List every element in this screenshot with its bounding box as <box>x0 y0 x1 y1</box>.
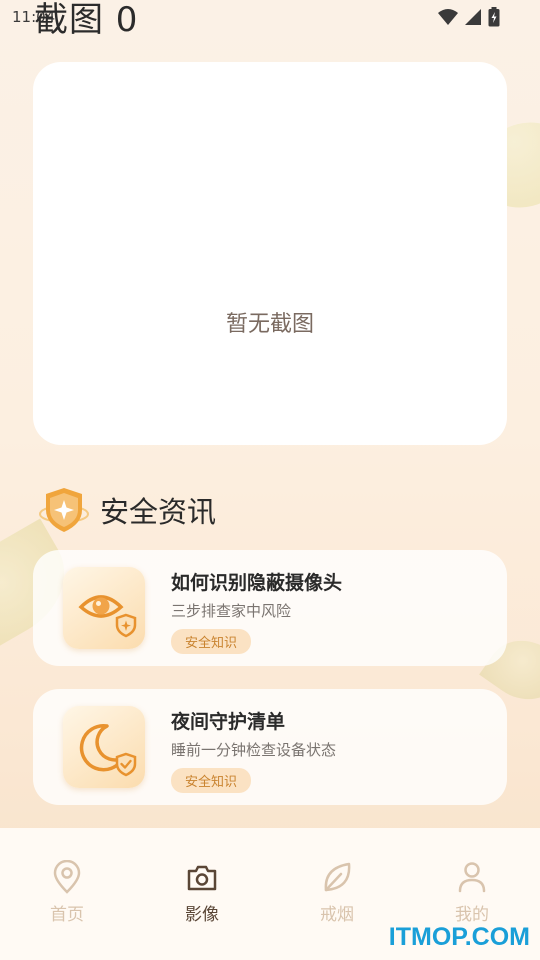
news-title: 如何识别隐蔽摄像头 <box>171 572 343 594</box>
person-icon <box>458 862 486 893</box>
watermark-text: ITMOP.COM <box>388 923 530 951</box>
eye-shield-icon <box>78 595 137 638</box>
page-title: 截图 0 <box>34 0 139 40</box>
tab-label: 首页 <box>50 905 84 925</box>
news-card[interactable]: 夜间守护清单 睡前一分钟检查设备状态 安全知识 <box>33 689 507 805</box>
status-icons <box>438 7 500 27</box>
location-pin-icon <box>53 860 81 894</box>
news-thumbnail <box>63 706 145 788</box>
section-header: 安全资讯 <box>38 484 216 536</box>
news-tag: 安全知识 <box>171 629 252 654</box>
section-title: 安全资讯 <box>100 495 217 529</box>
empty-state-text: 暂无截图 <box>225 312 314 337</box>
tab-home[interactable]: 首页 <box>27 860 107 925</box>
wifi-icon <box>438 9 458 25</box>
tab-mine[interactable]: 我的 <box>432 860 512 925</box>
tab-label: 影像 <box>185 905 219 925</box>
moon-shield-icon <box>79 723 137 777</box>
news-thumbnail <box>63 567 145 649</box>
camera-icon <box>187 865 217 891</box>
news-tag: 安全知识 <box>171 768 252 793</box>
tab-label: 戒烟 <box>320 905 354 925</box>
news-card[interactable]: 如何识别隐蔽摄像头 三步排查家中风险 安全知识 <box>33 550 507 666</box>
tab-image[interactable]: 影像 <box>162 860 242 925</box>
shield-star-icon <box>39 488 89 532</box>
news-subtitle: 三步排查家中风险 <box>171 602 292 620</box>
tab-quit-smoking[interactable]: 戒烟 <box>297 860 377 925</box>
tab-label: 我的 <box>455 905 489 925</box>
battery-charging-icon <box>488 7 500 27</box>
cellular-signal-icon <box>465 9 481 25</box>
news-title: 夜间守护清单 <box>171 711 286 733</box>
leaf-icon <box>324 862 351 892</box>
news-subtitle: 睡前一分钟检查设备状态 <box>171 741 337 759</box>
screenshot-panel: 暂无截图 <box>33 62 507 445</box>
